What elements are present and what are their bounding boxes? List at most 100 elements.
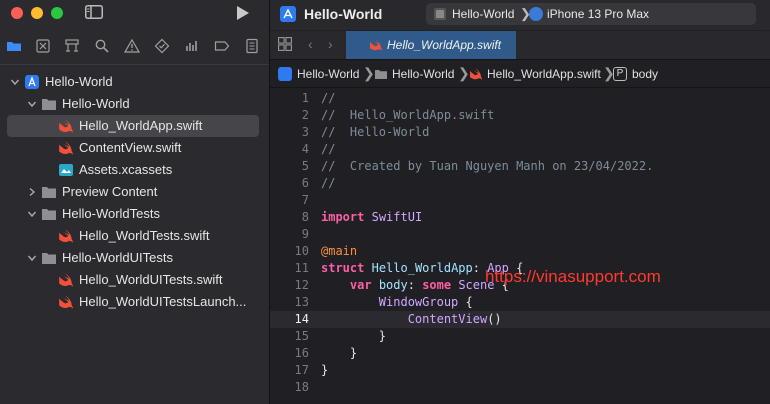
assets-catalog-icon <box>59 164 73 176</box>
folder-icon <box>42 209 56 220</box>
source-control-icon[interactable] <box>35 38 51 54</box>
tree-item-label: Hello-World <box>62 96 130 111</box>
chevron-right-icon[interactable] <box>27 187 37 197</box>
tree-item[interactable]: Hello-WorldUITests <box>0 247 269 269</box>
line-number: 5 <box>301 159 309 173</box>
scheme-device[interactable]: iPhone 13 Pro Max <box>547 7 649 21</box>
tree-item-label: Hello_WorldApp.swift <box>79 118 203 133</box>
code-line[interactable]: 17} <box>270 362 770 379</box>
chevron-down-icon[interactable] <box>10 77 20 87</box>
code-line[interactable]: 8 import SwiftUI <box>270 209 770 226</box>
scheme-target[interactable]: Hello-World <box>452 7 514 21</box>
line-number: 6 <box>301 176 309 190</box>
test-icon[interactable] <box>154 38 170 54</box>
tree-item[interactable]: Hello-World <box>0 93 269 115</box>
search-icon[interactable] <box>94 38 110 54</box>
swift-file-icon <box>59 229 73 243</box>
line-number: 2 <box>301 108 309 122</box>
jumpbar-item-symbol[interactable]: body <box>632 67 658 81</box>
tree-item-label: Hello-WorldUITests <box>62 250 174 265</box>
forward-button[interactable]: › <box>328 36 333 52</box>
code-line[interactable]: 6 // <box>270 175 770 192</box>
tree-item[interactable]: Hello_WorldTests.swift <box>0 225 269 247</box>
code-line[interactable]: 9 <box>270 226 770 243</box>
code-line[interactable]: 2 // Hello_WorldApp.swift <box>270 107 770 124</box>
code-editor[interactable]: 1 // 2 // Hello_WorldApp.swift 3 // Hello-Wor… <box>270 90 770 404</box>
code-line[interactable]: 1 // <box>270 90 770 107</box>
tree-item[interactable]: Hello_WorldUITests.swift <box>0 269 269 291</box>
line-number: 17 <box>294 363 309 377</box>
code-line[interactable]: 14 ContentView() <box>270 311 770 328</box>
code-text: // Hello-World <box>321 125 430 139</box>
zoom-window-button[interactable] <box>51 7 63 19</box>
navigator-sidebar: Hello-World Hello-World Hello_WorldApp.swi… <box>0 0 269 404</box>
code-line[interactable]: 18 <box>270 379 770 396</box>
debug-icon[interactable] <box>184 38 200 54</box>
back-button[interactable]: ‹ <box>308 36 313 52</box>
jumpbar-item-file[interactable]: Hello_WorldApp.swift <box>487 67 601 81</box>
folder-icon <box>42 253 56 264</box>
tree-item[interactable]: Assets.xcassets <box>0 159 269 181</box>
tree-item[interactable]: Preview Content <box>0 181 269 203</box>
breakpoint-icon[interactable] <box>214 38 230 54</box>
jumpbar-item-folder[interactable]: Hello-World <box>392 67 454 81</box>
code-text: // <box>321 142 336 156</box>
related-items-grid-icon[interactable] <box>278 37 292 51</box>
scheme-selector[interactable]: Hello-World ❯ iPhone 13 Pro Max <box>426 3 756 25</box>
minimize-window-button[interactable] <box>31 7 43 19</box>
chevron-down-icon[interactable] <box>27 253 37 263</box>
swift-file-icon <box>470 68 482 80</box>
line-number: 4 <box>301 142 309 156</box>
symbol-icon[interactable] <box>64 38 80 54</box>
sidebar-toggle-icon[interactable] <box>85 5 103 19</box>
tree-item-label: Hello-World <box>45 74 113 89</box>
tree-item[interactable]: Hello_WorldApp.swift <box>0 115 269 137</box>
line-number: 15 <box>294 329 309 343</box>
tree-item-label: ContentView.swift <box>79 140 182 155</box>
code-line[interactable]: 3 // Hello-World <box>270 124 770 141</box>
line-number: 8 <box>301 210 309 224</box>
code-line[interactable]: 15 } <box>270 328 770 345</box>
tab-hello-worldapp-swift[interactable]: Hello_WorldApp.swift <box>346 31 516 59</box>
property-icon: P <box>613 67 627 81</box>
line-number: 7 <box>301 193 309 207</box>
folder-icon[interactable] <box>6 38 22 54</box>
tree-item-label: Preview Content <box>62 184 158 199</box>
chevron-down-icon[interactable] <box>27 99 37 109</box>
tree-item[interactable]: Hello-World <box>0 71 269 93</box>
line-number: 3 <box>301 125 309 139</box>
issue-icon[interactable] <box>124 38 140 54</box>
tree-item-label: Assets.xcassets <box>79 162 173 177</box>
navigator-separator <box>0 64 269 65</box>
folder-icon <box>42 99 56 110</box>
code-line[interactable]: 10 @main <box>270 243 770 260</box>
line-number: 16 <box>294 346 309 360</box>
tab-label: Hello_WorldApp.swift <box>387 38 502 52</box>
swift-file-icon <box>59 273 73 287</box>
tree-item-label: Hello_WorldUITests.swift <box>79 272 223 287</box>
tree-item-label: Hello_WorldUITestsLaunch... <box>79 294 247 309</box>
close-window-button[interactable] <box>11 7 23 19</box>
chevron-down-icon[interactable] <box>27 209 37 219</box>
line-number: 1 <box>301 91 309 105</box>
code-line[interactable]: 4 // <box>270 141 770 158</box>
run-icon[interactable] <box>233 4 251 22</box>
code-line[interactable]: 5 // Created by Tuan Nguyen Manh on 23/04… <box>270 158 770 175</box>
line-number: 18 <box>294 380 309 394</box>
code-line[interactable]: 13 WindowGroup { <box>270 294 770 311</box>
line-number: 12 <box>294 278 309 292</box>
code-text: // Created by Tuan Nguyen Manh on 23/04/… <box>321 159 654 173</box>
navigator-selector-bar <box>0 35 269 59</box>
code-line[interactable]: 16 } <box>270 345 770 362</box>
device-icon <box>529 7 543 21</box>
code-line[interactable]: 7 <box>270 192 770 209</box>
chevron-right-icon: ❯ <box>363 65 375 81</box>
tree-item[interactable]: Hello_WorldUITestsLaunch... <box>0 291 269 313</box>
code-text: @main <box>321 244 358 258</box>
report-icon[interactable] <box>244 38 260 54</box>
tree-item-label: Hello-WorldTests <box>62 206 161 221</box>
window-titlebar: Hello-World Hello-World ❯ iPhone 13 Pro … <box>270 0 770 30</box>
jumpbar-item-project[interactable]: Hello-World <box>297 67 359 81</box>
tree-item[interactable]: Hello-WorldTests <box>0 203 269 225</box>
tree-item[interactable]: ContentView.swift <box>0 137 269 159</box>
